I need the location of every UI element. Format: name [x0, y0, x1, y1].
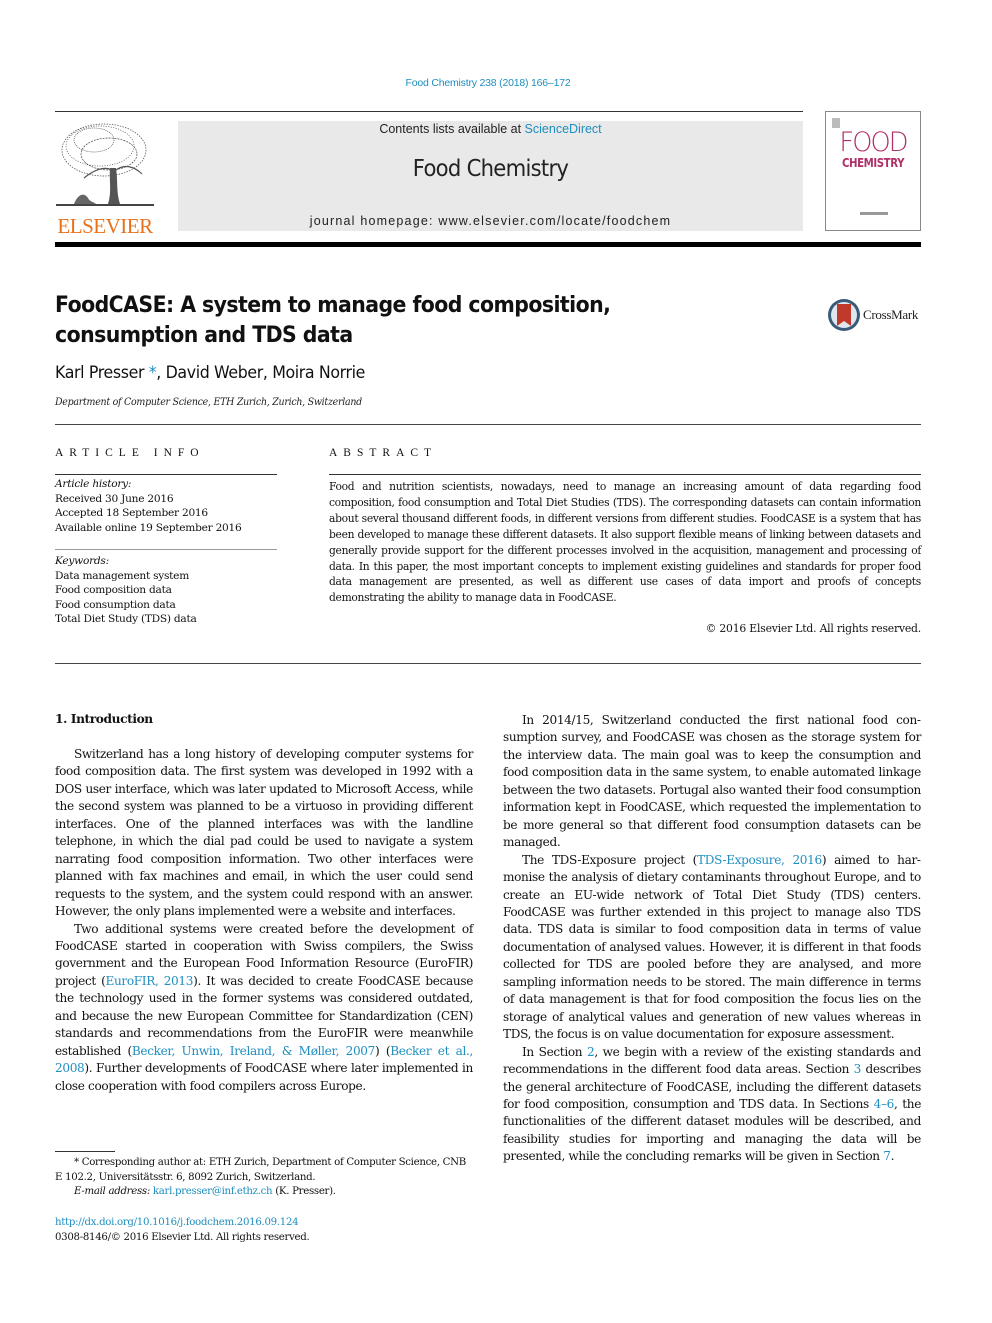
contents-availability: Contents lists available at ScienceDirec…	[178, 122, 803, 136]
author-separator: ,	[156, 363, 166, 383]
issn-copyright: 0308-8146/© 2016 Elsevier Ltd. All right…	[55, 1231, 310, 1243]
author-list: Karl Presser *, David Weber, Moira Norri…	[55, 363, 365, 383]
author-affiliation: Department of Computer Science, ETH Zuri…	[55, 396, 362, 408]
paragraph-text: In 2014/15, Switzerland conducted the fi…	[503, 713, 921, 850]
masthead-bottom-rule	[55, 242, 921, 247]
crossmark-button[interactable]: CrossMark	[827, 298, 918, 332]
journal-reference-link[interactable]: Food Chemistry 238 (2018) 166–172	[0, 77, 976, 89]
doi-link[interactable]: http://dx.doi.org/10.1016/j.foodchem.201…	[55, 1217, 299, 1228]
keyword-item: Food consumption data	[55, 598, 176, 611]
paragraph-text: .	[890, 1149, 895, 1164]
corresponding-author-mark[interactable]: *	[149, 363, 157, 383]
citation-link[interactable]: TDS-Exposure, 2016	[697, 853, 822, 867]
elsevier-tree-icon	[56, 123, 154, 206]
article-history-label: Article history:	[55, 478, 132, 490]
elsevier-wordmark: ELSEVIER	[57, 214, 153, 238]
body-paragraph: In Section 2, we begin with a review of …	[503, 1044, 921, 1166]
paragraph-text: The TDS-Exposure project (	[522, 852, 698, 867]
article-info-heading: ARTICLE INFO	[55, 447, 205, 459]
crossmark-icon	[828, 299, 860, 331]
keyword-item: Food composition data	[55, 584, 172, 597]
cover-title-food: FOOD	[839, 127, 908, 158]
paragraph-text: Switzerland has a long history of develo…	[55, 747, 473, 919]
keywords-rule	[55, 549, 277, 550]
body-column-left: Switzerland has a long history of develo…	[55, 746, 473, 1095]
journal-name: Food Chemistry	[412, 156, 569, 182]
crossmark-label: CrossMark	[863, 307, 919, 322]
journal-masthead: Contents lists available at ScienceDirec…	[178, 121, 803, 231]
author-name[interactable]: Karl Presser	[55, 363, 144, 383]
citation-link[interactable]: 3	[854, 1062, 862, 1076]
abstract-text: Food and nutrition scientists, nowadays,…	[329, 480, 921, 605]
article-info-rule	[55, 474, 277, 475]
contents-prefix: Contents lists available at	[379, 122, 525, 136]
email-suffix: (K. Presser).	[272, 1186, 336, 1198]
email-label: E-mail address:	[74, 1186, 153, 1198]
footnote-rule	[55, 1151, 115, 1152]
history-accepted: Accepted 18 September 2016	[55, 507, 208, 520]
body-paragraph: Switzerland has a long history of develo…	[55, 746, 473, 921]
body-paragraph: In 2014/15, Switzerland conducted the fi…	[503, 712, 921, 852]
body-paragraph: The TDS-Exposure project (TDS-Exposure, …	[503, 852, 921, 1044]
corresponding-author-note: * Corresponding author at: ETH Zurich, D…	[55, 1157, 466, 1183]
cover-title-chemistry: CHEMISTRY	[841, 156, 905, 170]
author-name[interactable]: David Weber	[166, 363, 264, 383]
keywords: Keywords: Data management system Food co…	[55, 554, 277, 627]
journal-homepage-link[interactable]: journal homepage: www.elsevier.com/locat…	[178, 214, 803, 228]
sciencedirect-link[interactable]: ScienceDirect	[525, 122, 602, 136]
history-received: Received 30 June 2016	[55, 492, 174, 505]
paragraph-text: ) aimed to har­monise the analysis of di…	[503, 852, 921, 1042]
header-rule	[55, 111, 803, 112]
citation-link[interactable]: 7	[883, 1149, 891, 1163]
abstract-heading: ABSTRACT	[329, 447, 438, 459]
keyword-item: Total Diet Study (TDS) data	[55, 613, 197, 626]
journal-cover-thumbnail[interactable]: FOOD CHEMISTRY	[825, 111, 921, 231]
email-note: E-mail address: karl.presser@inf.ethz.ch…	[55, 1185, 473, 1200]
author-name[interactable]: Moira Norrie	[272, 363, 365, 383]
doi-block: http://dx.doi.org/10.1016/j.foodchem.201…	[55, 1216, 310, 1245]
abstract-rule	[329, 474, 921, 475]
keywords-label: Keywords:	[55, 555, 109, 567]
citation-link[interactable]: 4–6	[874, 1097, 895, 1111]
history-online: Available online 19 September 2016	[55, 521, 242, 534]
elsevier-logo[interactable]: ELSEVIER	[54, 118, 156, 237]
cover-footer-text	[860, 212, 888, 215]
footnote: * Corresponding author at: ETH Zurich, D…	[55, 1156, 473, 1200]
paragraph-text: ) (	[374, 1043, 391, 1058]
paragraph-text: ). Further developments of FoodCASE wher…	[55, 1061, 473, 1093]
section-heading-introduction: 1. Introduction	[55, 712, 153, 726]
citation-link[interactable]: EuroFIR, 2013	[105, 974, 193, 988]
keyword-item: Data management system	[55, 569, 189, 582]
author-separator: ,	[262, 363, 273, 383]
article-title: FoodCASE: A system to manage food compos…	[55, 293, 611, 348]
email-link[interactable]: karl.presser@inf.ethz.ch	[153, 1186, 273, 1197]
front-matter-top-rule	[55, 424, 921, 425]
abstract-copyright: © 2016 Elsevier Ltd. All rights reserved…	[705, 622, 922, 635]
citation-link[interactable]: Becker, Unwin, Ireland, & Møller, 2007	[132, 1044, 375, 1058]
body-column-right: In 2014/15, Switzerland conducted the fi…	[503, 712, 921, 1166]
paragraph-text: In Section	[522, 1044, 587, 1059]
body-paragraph: Two additional systems were created befo…	[55, 921, 473, 1096]
article-history: Article history: Received 30 June 2016 A…	[55, 477, 277, 535]
front-matter-bottom-rule	[55, 663, 921, 664]
